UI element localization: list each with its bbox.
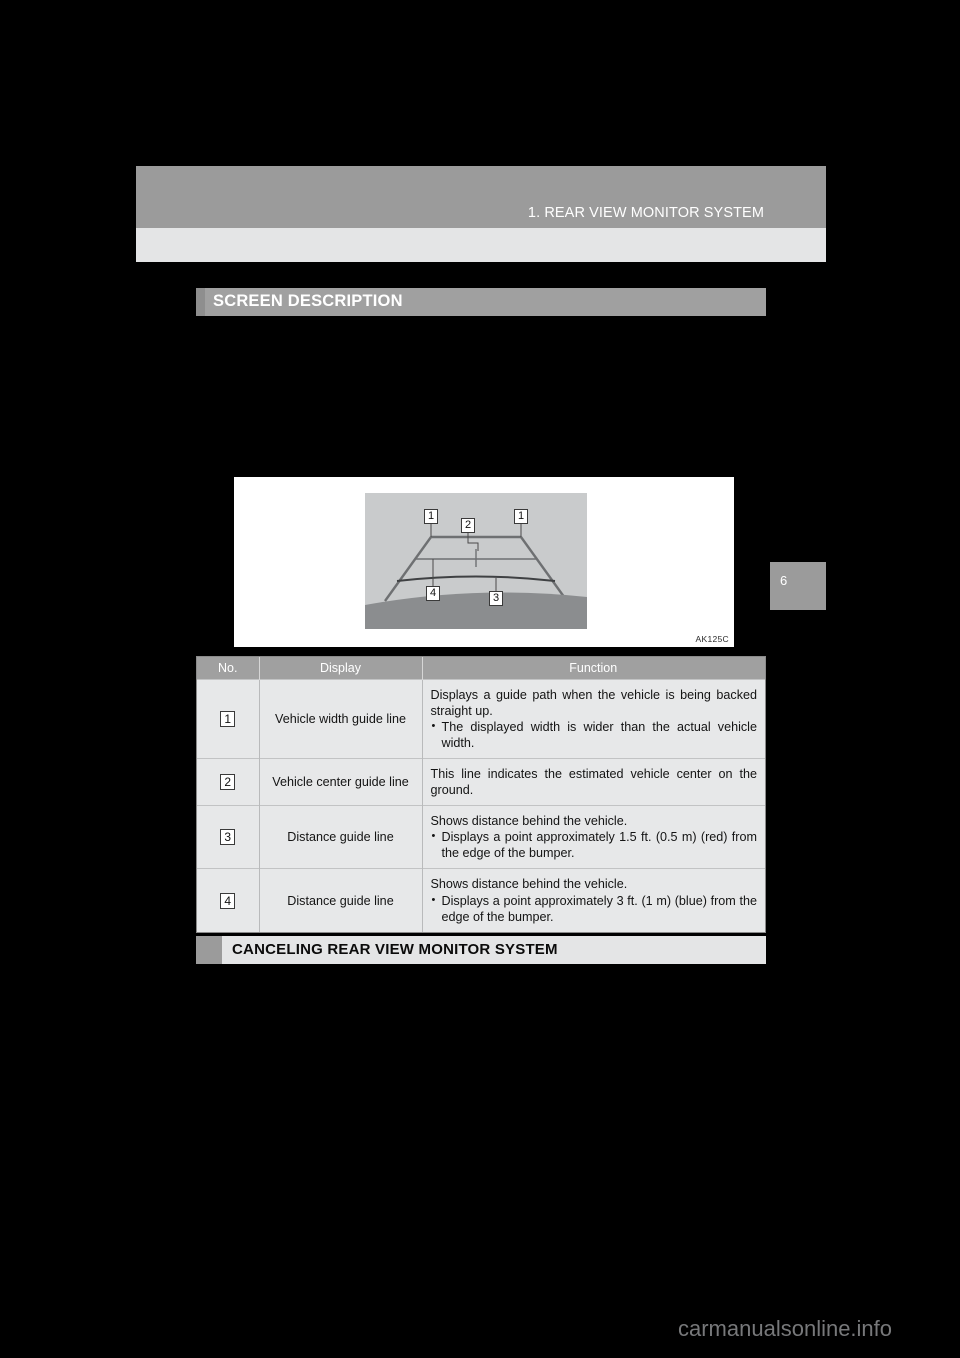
section-accent-block xyxy=(196,288,205,316)
callout-4: 4 xyxy=(426,586,440,601)
camera-image: 1 1 2 4 3 xyxy=(365,493,587,629)
figure-camera-view: 1 1 2 4 3 AK125C xyxy=(233,476,735,648)
manual-page: 1. REAR VIEW MONITOR SYSTEM 6 SCREEN DES… xyxy=(0,0,960,1358)
row-number-cell: 1 xyxy=(197,678,260,759)
row-number-badge: 4 xyxy=(220,892,236,909)
row-display-cell: Vehicle width guide line xyxy=(259,678,423,759)
row-function-cell: Shows distance behind the vehicle. Displ… xyxy=(422,868,765,932)
row-function-main: Shows distance behind the vehicle. xyxy=(430,814,628,829)
callout-1-right: 1 xyxy=(514,509,528,524)
page-number: 6 xyxy=(780,573,788,588)
row-display-cell: Distance guide line xyxy=(259,805,423,869)
running-header-band: 1. REAR VIEW MONITOR SYSTEM xyxy=(136,166,826,228)
row-function-bullet: Displays a point approximately 3 ft. (1 … xyxy=(431,893,757,925)
row-function-cell: This line indicates the estimated vehicl… xyxy=(422,757,765,806)
guide-line-table: No. Display Function 1 Vehicle width gui… xyxy=(196,656,766,933)
callout-1-left: 1 xyxy=(424,509,438,524)
row-number-cell: 3 xyxy=(197,805,260,869)
table-header-row: No. Display Function xyxy=(197,657,765,679)
table-row: 3 Distance guide line Shows distance beh… xyxy=(197,805,765,869)
site-watermark: carmanualsonline.info xyxy=(678,1316,893,1341)
table-row: 2 Vehicle center guide line This line in… xyxy=(197,757,765,806)
row-function-main: Displays a guide path when the vehicle i… xyxy=(430,687,758,718)
table-row: 1 Vehicle width guide line Displays a gu… xyxy=(197,678,765,759)
row-number-badge: 3 xyxy=(220,829,236,846)
callout-2: 2 xyxy=(461,518,475,533)
subsection-accent-block xyxy=(196,936,222,964)
subsection-title: CANCELING REAR VIEW MONITOR SYSTEM xyxy=(232,941,558,958)
section-title: SCREEN DESCRIPTION xyxy=(213,292,403,310)
table-header-display: Display xyxy=(259,657,423,679)
row-function-bullet: Displays a point approximately 1.5 ft. (… xyxy=(431,829,757,861)
row-function-bullet: The displayed width is wider than the ac… xyxy=(431,719,757,751)
row-function-cell: Shows distance behind the vehicle. Displ… xyxy=(422,805,765,869)
table-row: 4 Distance guide line Shows distance beh… xyxy=(197,868,765,932)
table-header-no: No. xyxy=(197,657,260,679)
callout-3: 3 xyxy=(489,591,503,606)
row-display-cell: Distance guide line xyxy=(259,868,423,932)
row-number-badge: 2 xyxy=(220,774,236,791)
figure-code-label: AK125C xyxy=(695,634,729,644)
row-number-cell: 4 xyxy=(197,868,260,932)
row-number-cell: 2 xyxy=(197,757,260,806)
subsection-title-bar: CANCELING REAR VIEW MONITOR SYSTEM xyxy=(196,936,766,964)
row-number-badge: 1 xyxy=(220,710,236,727)
row-function-cell: Displays a guide path when the vehicle i… xyxy=(422,678,765,759)
table-header-function: Function xyxy=(422,657,765,679)
row-function-main: Shows distance behind the vehicle. xyxy=(430,877,628,892)
row-display-cell: Vehicle center guide line xyxy=(259,757,423,806)
running-header-title: 1. REAR VIEW MONITOR SYSTEM xyxy=(527,205,764,221)
row-function-main: This line indicates the estimated vehicl… xyxy=(430,766,758,798)
running-header-subband xyxy=(136,228,826,262)
section-title-bar: SCREEN DESCRIPTION xyxy=(196,288,766,316)
guide-lines-graphic xyxy=(365,523,587,629)
page-number-tab: 6 xyxy=(770,562,826,610)
